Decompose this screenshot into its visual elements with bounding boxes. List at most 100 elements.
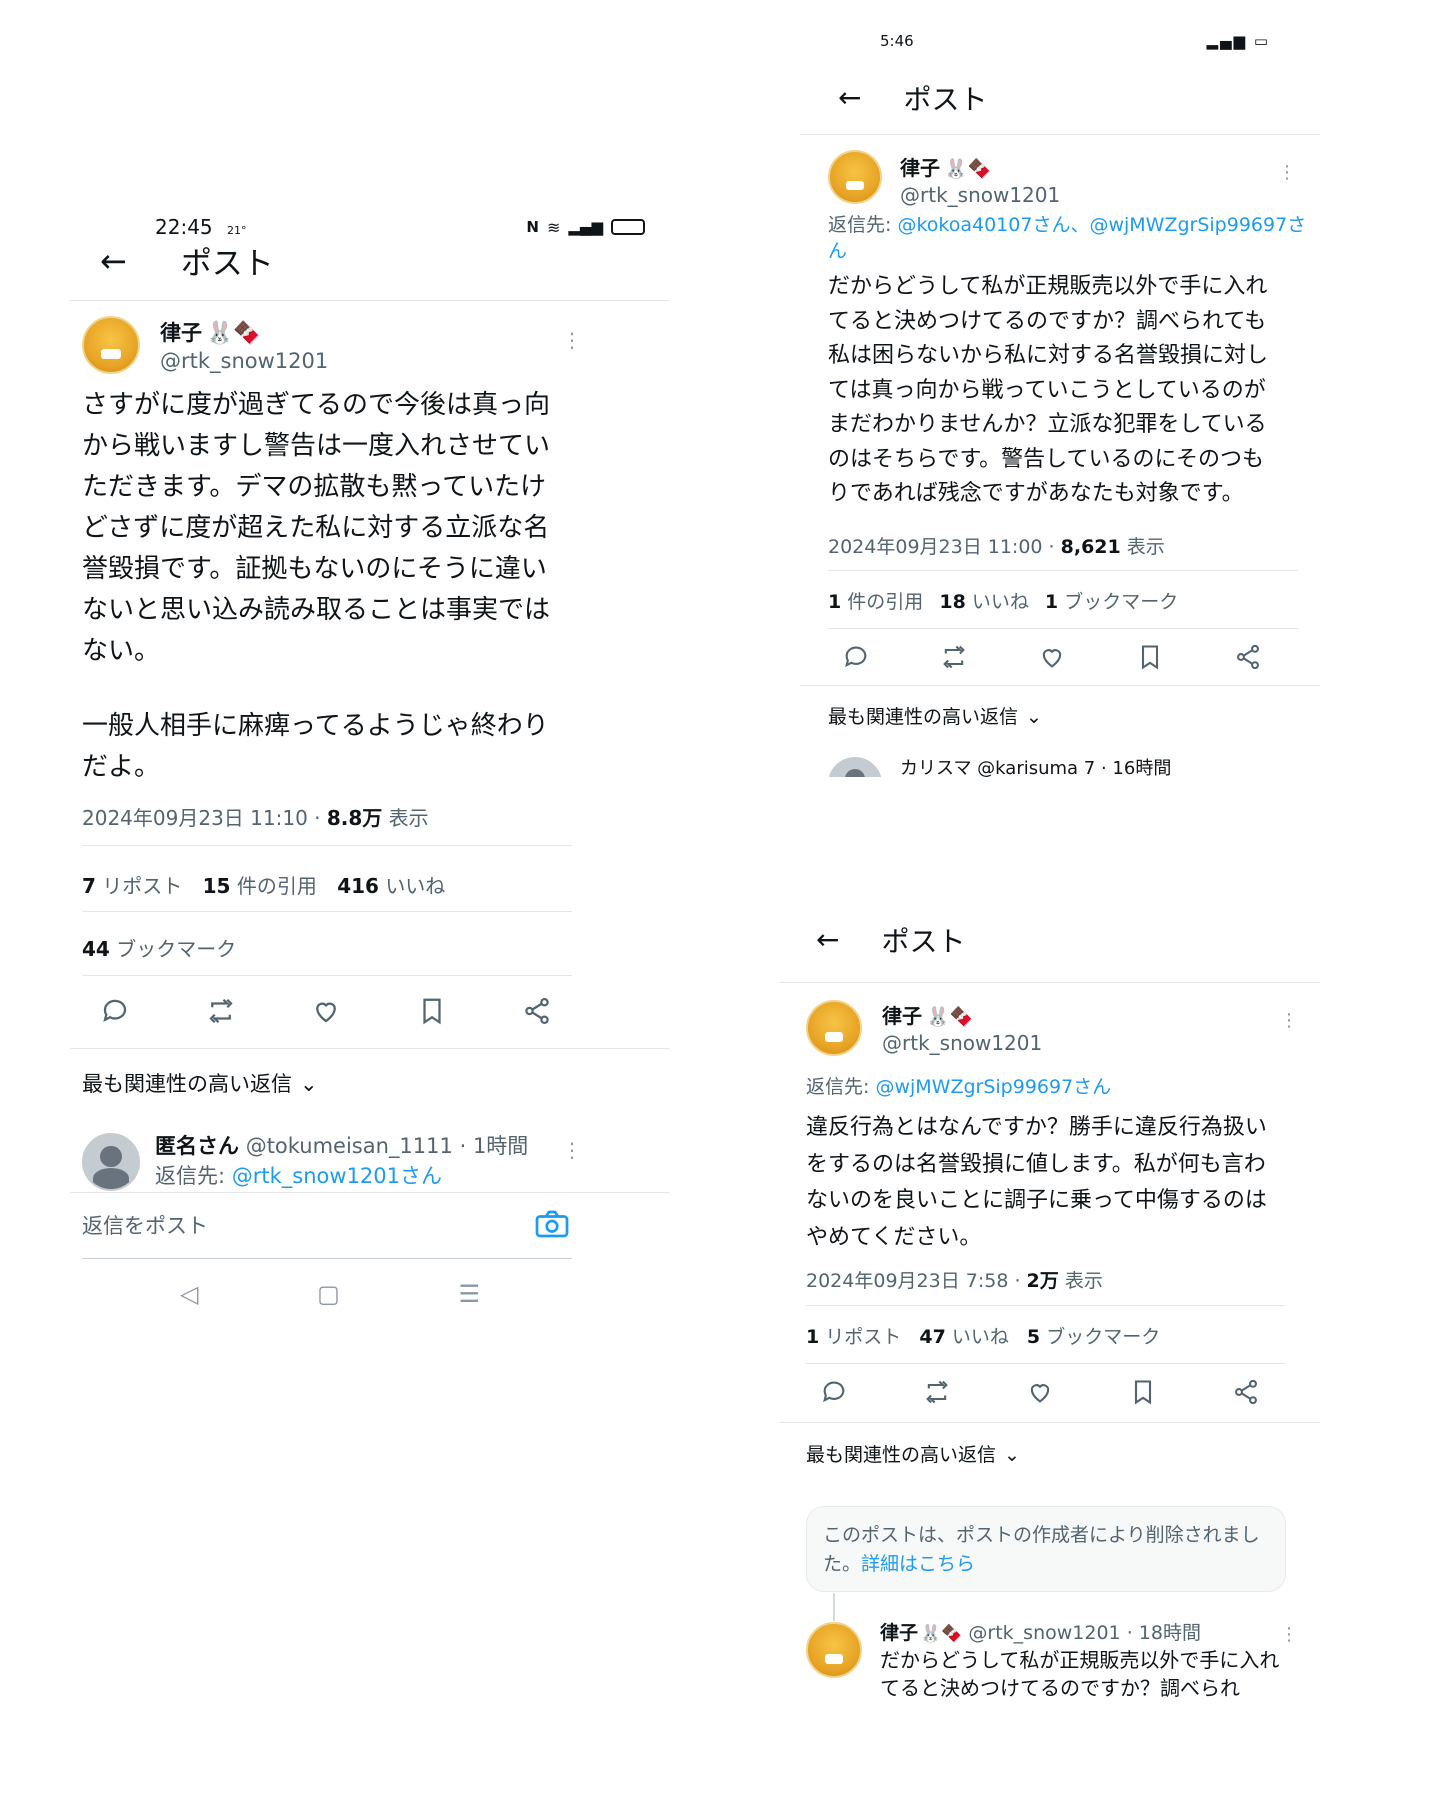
thread-reply-time[interactable]: 18時間	[1139, 1622, 1201, 1644]
page-title: ポスト	[180, 246, 274, 282]
replying-to-top-right: 返信先: @kokoa40107さん、@wjMWZgrSip99697さん	[828, 212, 1308, 264]
post-stats: 7 リポスト 15 件の引用 416 いいね	[82, 870, 445, 899]
back-arrow-icon-bottom-right[interactable]: ←	[816, 926, 839, 954]
reposts-stat[interactable]: 7 リポスト	[82, 874, 182, 898]
bookmarks-count-top-right: 1	[1044, 591, 1059, 613]
chevron-down-icon: ⌄	[300, 1072, 318, 1096]
likes-stat[interactable]: 416 いいね	[337, 874, 445, 898]
author-avatar[interactable]	[82, 316, 140, 374]
thread-reply-avatar[interactable]	[806, 1622, 862, 1678]
like-icon-bottom-right[interactable]	[1026, 1378, 1054, 1406]
reply-sort-dropdown[interactable]: 最も関連性の高い返信 ⌄	[82, 1068, 318, 1098]
status-time: 22:45 21°	[155, 215, 247, 239]
more-options-icon[interactable]: ⋮	[562, 330, 582, 350]
bookmarks-stat-top-right[interactable]: 1 ブックマーク	[1045, 591, 1178, 613]
reply-input[interactable]: 返信をポスト	[82, 1214, 208, 1238]
post-datetime-bottom-right[interactable]: 2024年09月23日 7:58	[806, 1270, 1008, 1292]
page-header-bottom-right: ← ポスト	[816, 920, 965, 960]
author-name-top-right[interactable]: 律子	[900, 156, 940, 180]
quotes-stat-top-right[interactable]: 1 件の引用	[828, 591, 923, 613]
back-arrow-icon-top-right[interactable]: ←	[838, 84, 861, 112]
author-handle-bottom-right[interactable]: @rtk_snow1201	[882, 1031, 1042, 1055]
replying-to-label-top-right: 返信先:	[828, 214, 892, 236]
camera-icon[interactable]	[534, 1208, 570, 1240]
reply-author-handle[interactable]: @tokumeisan_1111	[246, 1134, 453, 1158]
share-icon[interactable]	[522, 996, 552, 1026]
reply-icon[interactable]	[100, 996, 130, 1026]
repost-icon[interactable]	[206, 996, 236, 1026]
reposts-count-bottom-right: 1	[806, 1326, 820, 1348]
views-label: 表示	[388, 806, 429, 830]
reposts-label-bottom-right: リポスト	[825, 1326, 902, 1348]
likes-count-top-right: 18	[939, 591, 966, 613]
thread-reply-emoji: 🐰🍫	[920, 1624, 963, 1644]
likes-stat-bottom-right[interactable]: 47 いいね	[919, 1326, 1009, 1348]
author-emoji-bottom-right: 🐰🍫	[926, 1006, 974, 1028]
more-options-icon-top-right[interactable]: ⋮	[1278, 164, 1296, 182]
stats-divider	[82, 911, 572, 912]
thread-reply-handle[interactable]: @rtk_snow1201	[968, 1622, 1120, 1644]
bookmark-icon[interactable]	[417, 996, 447, 1026]
reply-sort-dropdown-bottom-right[interactable]: 最も関連性の高い返信 ⌄	[806, 1440, 1020, 1467]
reply-replying-to: 返信先: @rtk_snow1201さん	[155, 1160, 442, 1190]
views-label-bottom-right: 表示	[1064, 1270, 1103, 1292]
like-icon-top-right[interactable]	[1038, 643, 1066, 671]
author-name[interactable]: 律子	[160, 321, 202, 345]
bookmark-icon-top-right[interactable]	[1136, 643, 1164, 671]
back-arrow-icon[interactable]: ←	[100, 245, 127, 277]
more-options-icon-bottom-right[interactable]: ⋮	[1280, 1012, 1298, 1030]
reply-more-options-icon[interactable]: ⋮	[562, 1140, 582, 1160]
nav-menu-icon[interactable]: ☰	[458, 1280, 480, 1308]
likes-stat-top-right[interactable]: 18 いいね	[939, 591, 1029, 613]
action-bar-top-right	[842, 642, 1262, 672]
repost-icon-top-right[interactable]	[940, 643, 968, 671]
nav-home-icon[interactable]: ▢	[317, 1280, 340, 1308]
author-name-bottom-right[interactable]: 律子	[882, 1004, 922, 1028]
reply-author-name[interactable]: 匿名さん	[155, 1134, 239, 1158]
thread-reply-author-name[interactable]: 律子	[880, 1622, 918, 1644]
reply-sort-label-top-right: 最も関連性の高い返信	[828, 706, 1019, 728]
deleted-details-link[interactable]: 詳細はこちら	[861, 1553, 975, 1575]
thread-reply-more-options-icon[interactable]: ⋮	[1280, 1626, 1298, 1644]
post-views-bottom-right: 2万	[1026, 1270, 1059, 1292]
reply-icon-bottom-right[interactable]	[820, 1378, 848, 1406]
post-body-top-right: だからどうして私が正規販売以外で手に入れてると決めつけてるのですか？調べられても…	[828, 274, 1269, 506]
author-info: 律子 🐰🍫 @rtk_snow1201	[160, 317, 328, 373]
bookmarks-label-bottom-right: ブックマーク	[1046, 1326, 1161, 1348]
author-info-bottom-right: 律子 🐰🍫 @rtk_snow1201	[882, 1000, 1042, 1055]
author-handle-top-right[interactable]: @rtk_snow1201	[900, 183, 1060, 207]
author-avatar-bottom-right[interactable]	[806, 1000, 862, 1056]
nav-back-icon[interactable]: ◁	[180, 1280, 198, 1308]
meta-divider	[82, 845, 572, 846]
status-temp: 21°	[227, 224, 247, 237]
bookmarks-stat-bottom-right[interactable]: 5 ブックマーク	[1027, 1326, 1160, 1348]
like-icon[interactable]	[311, 996, 341, 1026]
action-bar	[100, 995, 552, 1027]
post-datetime-top-right[interactable]: 2024年09月23日 11:00	[828, 536, 1043, 558]
bookmarks-count-bottom-right: 5	[1026, 1326, 1041, 1348]
reply-sort-dropdown-top-right[interactable]: 最も関連性の高い返信 ⌄	[828, 702, 1042, 729]
reply-time[interactable]: 1時間	[473, 1134, 528, 1158]
reposts-stat-bottom-right[interactable]: 1 リポスト	[806, 1326, 901, 1348]
share-icon-top-right[interactable]	[1234, 643, 1262, 671]
author-handle[interactable]: @rtk_snow1201	[160, 349, 328, 373]
bookmark-icon-bottom-right[interactable]	[1129, 1378, 1157, 1406]
replying-to-link-top-right[interactable]: @kokoa40107さん、@wjMWZgrSip99697さん	[828, 214, 1306, 262]
author-avatar-top-right[interactable]	[828, 150, 882, 204]
reply-icon-top-right[interactable]	[842, 643, 870, 671]
author-emoji: 🐰🍫	[206, 321, 261, 346]
repost-icon-bottom-right[interactable]	[923, 1378, 951, 1406]
reposts-label: リポスト	[102, 874, 183, 898]
post-stats-top-right: 1 件の引用 18 いいね 1 ブックマーク	[828, 587, 1178, 614]
quotes-stat[interactable]: 15 件の引用	[203, 874, 317, 898]
post-meta: 2024年09月23日 11:10 · 8.8万 表示	[82, 806, 429, 830]
post-datetime[interactable]: 2024年09月23日 11:10	[82, 806, 308, 830]
bookmarks-stat[interactable]: 44 ブックマーク	[82, 933, 236, 962]
replying-to-link-bottom-right[interactable]: @wjMWZgrSip99697さん	[875, 1076, 1111, 1098]
replying-to-link[interactable]: @rtk_snow1201さん	[232, 1164, 442, 1188]
reply-composer[interactable]: 返信をポスト	[82, 1210, 572, 1254]
share-icon-bottom-right[interactable]	[1232, 1378, 1260, 1406]
status-bar-top-right: 5:46 ▂▄▆ ▭	[880, 32, 1270, 50]
reply-avatar[interactable]	[82, 1133, 140, 1191]
bookmarks-divider	[82, 975, 572, 976]
